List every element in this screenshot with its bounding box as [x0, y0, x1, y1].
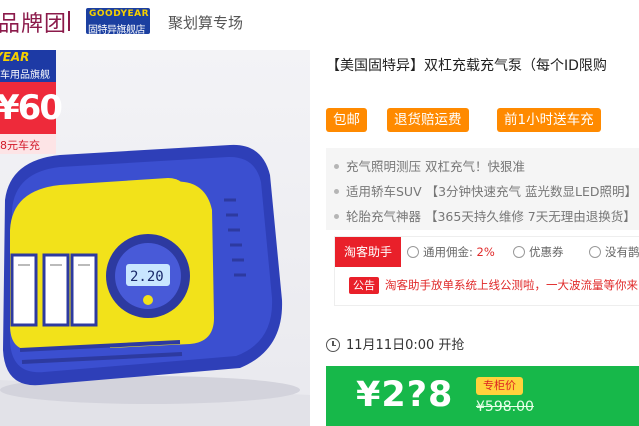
image-badge-gift-text: 8元车充: [0, 139, 40, 152]
bullet-icon: [334, 189, 339, 194]
product-image[interactable]: 2.20 YEAR 车用品旗舰店 ¥60 8元车充: [0, 50, 310, 426]
feature-text: 充气照明测压 双杠充气！快狠准: [346, 159, 525, 174]
feature-item: 轮胎充气神器 【365天持久维修 7天无理由退换货】: [334, 206, 636, 225]
brand-title[interactable]: 品牌团: [0, 6, 67, 38]
notice-text[interactable]: 淘客助手放单系统上线公测啦，一大波流量等你来: [385, 277, 638, 293]
coupon-link[interactable]: 优惠券: [513, 244, 564, 260]
queqiao-icon: [589, 245, 601, 258]
image-brand-badge: YEAR 车用品旗舰店: [0, 50, 56, 96]
bullet-icon: [334, 164, 339, 169]
goodyear-logo[interactable]: GOODYEAR 固特异旗舰店: [86, 8, 150, 36]
commission-info: 通用佣金: 2%: [407, 244, 495, 260]
tag-return-shipping-insurance: 退货赔运费: [387, 108, 469, 132]
price-bar[interactable]: ¥2?8 专柜价 ¥598.00: [326, 366, 639, 426]
commission-icon: [407, 245, 419, 258]
shop-header: 品牌团 GOODYEAR 固特异旗舰店 聚划算专场: [0, 0, 639, 42]
feature-item: 充气照明测压 双杠充气！快狠准: [334, 156, 525, 175]
commission-value: 2%: [476, 245, 495, 259]
juhuasuan-subtitle[interactable]: 聚划算专场: [168, 12, 243, 33]
commission-label: 通用佣金:: [423, 245, 477, 259]
logo-text-brand: GOODYEAR: [89, 9, 150, 19]
feature-text: 轮胎充气神器 【365天持久维修 7天无理由退换货】: [346, 209, 636, 224]
gauge-display-readout: 2.20: [130, 269, 164, 285]
sale-start-time: 11月11日0:00 开抢: [326, 334, 464, 353]
feature-item: 适用轿车SUV 【3分钟快速充气 蓝光数显LED照明】: [334, 181, 637, 200]
image-badge-brand-text: YEAR: [0, 50, 30, 64]
bullet-icon: [334, 214, 339, 219]
sale-start-time-text: 11月11日0:00 开抢: [346, 338, 465, 353]
header-divider: [68, 11, 70, 31]
taoke-assistant-panel: 淘客助手 通用佣金: 2% 优惠券 没有鹊桥 公告 淘客助手放单系统上线公测啦，…: [334, 236, 639, 306]
image-gift-badge: 8元车充: [0, 134, 56, 154]
original-price: ¥598.00: [476, 399, 534, 415]
notice-badge: 公告: [349, 277, 379, 294]
product-title[interactable]: 【美国固特异】双杠充载充气泵（每个ID限购: [326, 55, 607, 75]
queqiao-status[interactable]: 没有鹊桥: [589, 244, 639, 260]
image-price-badge: ¥60: [0, 82, 63, 134]
sale-price: ¥2?8: [356, 375, 454, 415]
taoke-assistant-label[interactable]: 淘客助手: [335, 237, 401, 267]
queqiao-label: 没有鹊桥: [605, 245, 639, 259]
image-badge-price-text: ¥60: [0, 88, 63, 128]
counter-price-badge: 专柜价: [476, 377, 523, 395]
coupon-label: 优惠券: [529, 245, 564, 259]
tag-first-hour-gift: 前1小时送车充: [497, 108, 601, 132]
tag-free-shipping: 包邮: [326, 108, 367, 132]
coupon-icon: [513, 245, 525, 258]
clock-icon: [326, 337, 340, 352]
feature-list: 充气照明测压 双杠充气！快狠准 适用轿车SUV 【3分钟快速充气 蓝光数显LED…: [326, 148, 639, 230]
feature-text: 适用轿车SUV 【3分钟快速充气 蓝光数显LED照明】: [346, 184, 638, 199]
logo-text-store: 固特异旗舰店: [88, 25, 146, 36]
